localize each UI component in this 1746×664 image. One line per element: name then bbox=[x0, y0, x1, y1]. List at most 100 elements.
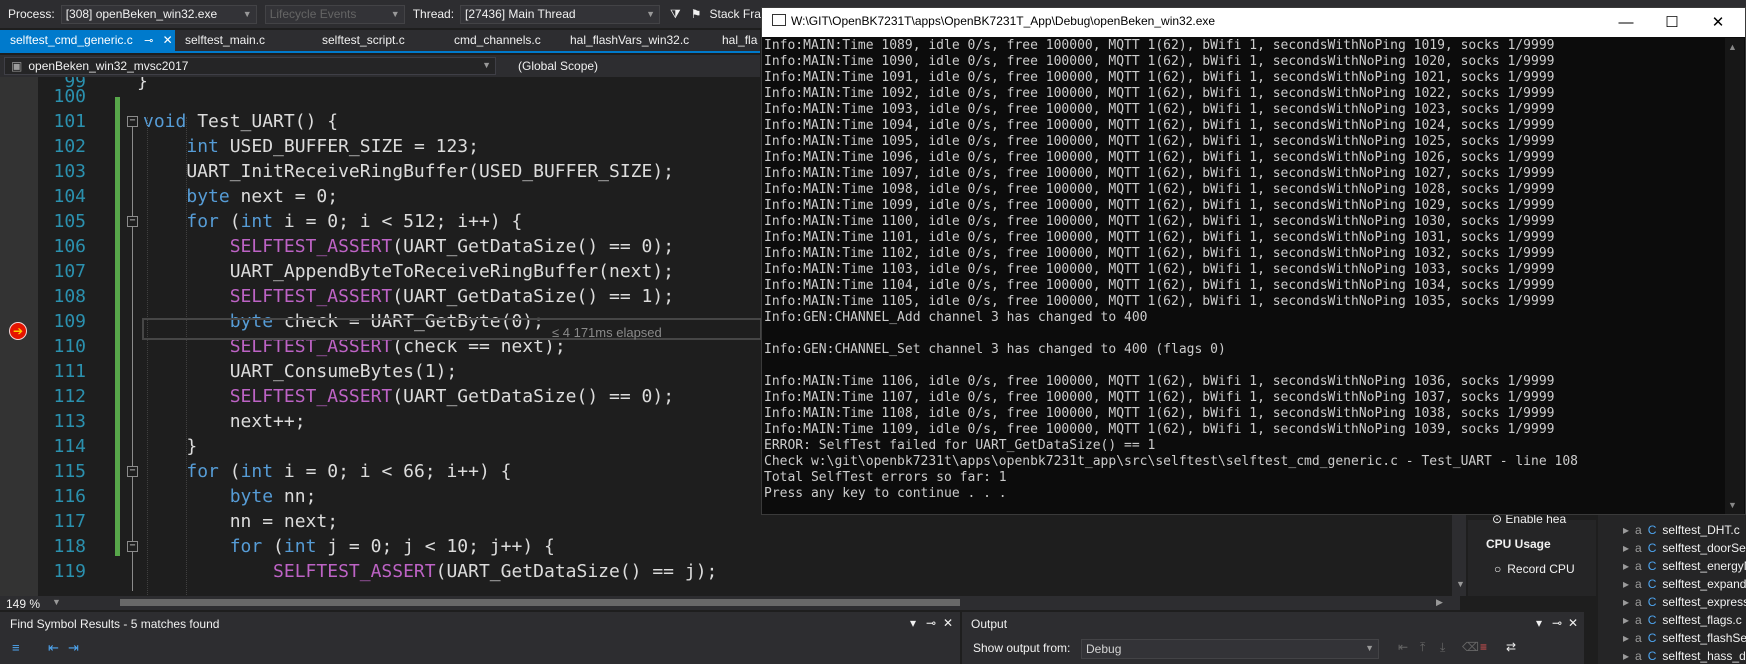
lock-icon: a bbox=[1635, 523, 1642, 537]
go-to-previous-icon[interactable]: ⤒ bbox=[1420, 640, 1425, 655]
line-number: 116 bbox=[53, 486, 86, 507]
line-number: 109 bbox=[53, 311, 86, 332]
expand-icon[interactable]: ▸ bbox=[1623, 595, 1629, 609]
perftip-elapsed[interactable]: ≤ 4 171ms elapsed bbox=[552, 325, 662, 340]
fold-toggle-icon[interactable]: − bbox=[127, 116, 138, 127]
expand-icon[interactable]: ▸ bbox=[1623, 523, 1629, 537]
console-scrollbar[interactable] bbox=[1725, 38, 1744, 514]
process-value: [308] openBeken_win32.exe bbox=[65, 7, 218, 21]
expand-icon[interactable]: ▸ bbox=[1623, 559, 1629, 573]
filter-icon[interactable]: ⧩ bbox=[670, 7, 681, 22]
solution-file-item[interactable]: ▸ a Cselftest_flashSea bbox=[1623, 631, 1746, 645]
record-cpu-button[interactable]: ○ Record CPU bbox=[1494, 562, 1575, 576]
scroll-down-icon[interactable]: ▼ bbox=[1728, 500, 1737, 510]
thread-dropdown[interactable]: [27436] Main Thread ▼ bbox=[460, 4, 661, 24]
expand-icon[interactable]: ▸ bbox=[1623, 541, 1629, 555]
clear-output-icon[interactable]: ≡ bbox=[1480, 640, 1487, 654]
stack-frame-label: Stack Fra bbox=[709, 7, 761, 21]
code-line: 119 SELFTEST_ASSERT(UART_GetDataSize() =… bbox=[0, 559, 760, 584]
solution-file-item[interactable]: ▸ a Cselftest_energyM bbox=[1623, 559, 1746, 573]
code-line: 118 for (int j = 0; j < 10; j++) { bbox=[0, 534, 760, 559]
tab-selftest-cmd-generic[interactable]: selftest_cmd_generic.c ⊸ ✕ bbox=[0, 30, 175, 51]
minimize-icon[interactable]: — bbox=[1603, 8, 1649, 37]
expand-all-icon[interactable]: ≡ bbox=[12, 640, 20, 655]
chevron-down-icon: ▼ bbox=[646, 8, 656, 19]
console-line: Info:MAIN:Time 1090, idle 0/s, free 1000… bbox=[764, 54, 1555, 69]
console-output[interactable]: Info:MAIN:Time 1089, idle 0/s, free 1000… bbox=[764, 38, 1724, 508]
file-name: selftest_energyM bbox=[1662, 559, 1746, 573]
line-number: 118 bbox=[53, 536, 86, 557]
fold-toggle-icon[interactable]: − bbox=[127, 216, 138, 227]
scope-name: (Global Scope) bbox=[518, 59, 599, 73]
project-icon: ▣ bbox=[11, 59, 23, 73]
scroll-up-icon[interactable]: ▲ bbox=[1728, 42, 1737, 52]
record-cpu-label: Record CPU bbox=[1507, 562, 1575, 576]
expand-icon[interactable]: ▸ bbox=[1623, 613, 1629, 627]
tab-selftest-script[interactable]: selftest_script.c bbox=[302, 30, 432, 51]
file-name: selftest_expandC bbox=[1662, 577, 1746, 591]
tab-hal-fla[interactable]: hal_fla bbox=[712, 30, 760, 51]
panel-options-icon[interactable]: ▾ bbox=[1536, 616, 1542, 630]
tab-cmd-channels[interactable]: cmd_channels.c bbox=[432, 30, 552, 51]
solution-file-item[interactable]: ▸ a Cselftest_flags.c bbox=[1623, 613, 1742, 627]
solution-file-item[interactable]: ▸ a Cselftest_DHT.c bbox=[1623, 523, 1740, 537]
solution-file-item[interactable]: ▸ a Cselftest_hass_dis bbox=[1623, 649, 1746, 663]
c-file-icon: C bbox=[1647, 523, 1657, 537]
close-icon[interactable]: ✕ bbox=[943, 616, 953, 630]
c-file-icon: C bbox=[1647, 541, 1657, 555]
fold-toggle-icon[interactable]: − bbox=[127, 541, 138, 552]
close-icon[interactable]: ✕ bbox=[1568, 616, 1578, 630]
find-message-icon[interactable]: ⇤ bbox=[1398, 640, 1408, 654]
tab-selftest-main[interactable]: selftest_main.c bbox=[175, 30, 302, 51]
fold-line bbox=[132, 127, 133, 216]
previous-result-icon[interactable]: ⇤ bbox=[48, 640, 59, 656]
maximize-icon[interactable]: ☐ bbox=[1649, 8, 1695, 37]
scroll-right-icon[interactable]: ▶ bbox=[1436, 597, 1443, 608]
close-icon[interactable]: ✕ bbox=[1695, 8, 1741, 37]
console-line: Info:MAIN:Time 1089, idle 0/s, free 1000… bbox=[764, 38, 1555, 53]
line-text: void Test_UART() { bbox=[143, 111, 339, 132]
scope-dropdown[interactable]: (Global Scope) bbox=[498, 57, 758, 75]
line-number: 112 bbox=[53, 386, 86, 407]
line-number: 119 bbox=[53, 561, 86, 582]
output-from-label: Show output from: bbox=[973, 641, 1071, 655]
chevron-down-icon[interactable]: ▼ bbox=[52, 597, 61, 607]
fold-line bbox=[132, 552, 133, 591]
word-wrap-icon[interactable]: ⇄ bbox=[1506, 640, 1516, 654]
code-line: 102 int USED_BUFFER_SIZE = 123; bbox=[0, 134, 760, 159]
fold-toggle-icon[interactable]: − bbox=[127, 466, 138, 477]
line-number: 105 bbox=[53, 211, 86, 232]
zoom-level[interactable]: 149 % bbox=[6, 597, 40, 611]
solution-file-item[interactable]: ▸ a Cselftest_doorSen bbox=[1623, 541, 1746, 555]
pin-icon[interactable]: ⊸ bbox=[926, 616, 936, 630]
expand-icon[interactable]: ▸ bbox=[1623, 577, 1629, 591]
clear-all-icon[interactable]: ⌫ bbox=[1462, 640, 1479, 654]
code-line: 106 SELFTEST_ASSERT(UART_GetDataSize() =… bbox=[0, 234, 760, 259]
panel-options-icon[interactable]: ▾ bbox=[910, 616, 916, 630]
tab-hal-flashvars[interactable]: hal_flashVars_win32.c bbox=[552, 30, 712, 51]
diagnostic-tools-panel bbox=[1468, 520, 1596, 596]
line-number: 103 bbox=[53, 161, 86, 182]
lock-icon: a bbox=[1635, 577, 1642, 591]
flag-icon[interactable]: ⚑ bbox=[691, 7, 702, 21]
pin-icon[interactable]: ⊸ bbox=[144, 35, 153, 47]
solution-file-item[interactable]: ▸ a Cselftest_express bbox=[1623, 595, 1746, 609]
lock-icon: a bbox=[1635, 559, 1642, 573]
solution-file-item[interactable]: ▸ a Cselftest_expandC bbox=[1623, 577, 1746, 591]
console-line: Info:MAIN:Time 1092, idle 0/s, free 1000… bbox=[764, 86, 1555, 101]
expand-icon[interactable]: ▸ bbox=[1623, 631, 1629, 645]
tab-label: selftest_cmd_generic.c bbox=[10, 33, 133, 47]
go-to-next-icon[interactable]: ⤓ bbox=[1440, 640, 1445, 655]
close-icon[interactable]: ✕ bbox=[163, 33, 173, 47]
process-dropdown[interactable]: [308] openBeken_win32.exe ▼ bbox=[60, 4, 257, 24]
code-line: 104 byte next = 0; bbox=[0, 184, 760, 209]
pin-icon[interactable]: ⊸ bbox=[1552, 616, 1562, 630]
next-result-icon[interactable]: ⇥ bbox=[68, 640, 79, 656]
output-source-dropdown[interactable]: Debug ▼ bbox=[1081, 639, 1379, 659]
scroll-down-icon[interactable]: ▼ bbox=[1456, 579, 1465, 589]
file-name: selftest_doorSen bbox=[1662, 541, 1746, 555]
scrollbar-thumb[interactable] bbox=[120, 599, 960, 606]
expand-icon[interactable]: ▸ bbox=[1623, 649, 1629, 663]
lifecycle-events-dropdown[interactable]: Lifecycle Events ▼ bbox=[264, 4, 405, 24]
project-dropdown[interactable]: ▣ openBeken_win32_mvsc2017 ▼ bbox=[4, 57, 496, 75]
